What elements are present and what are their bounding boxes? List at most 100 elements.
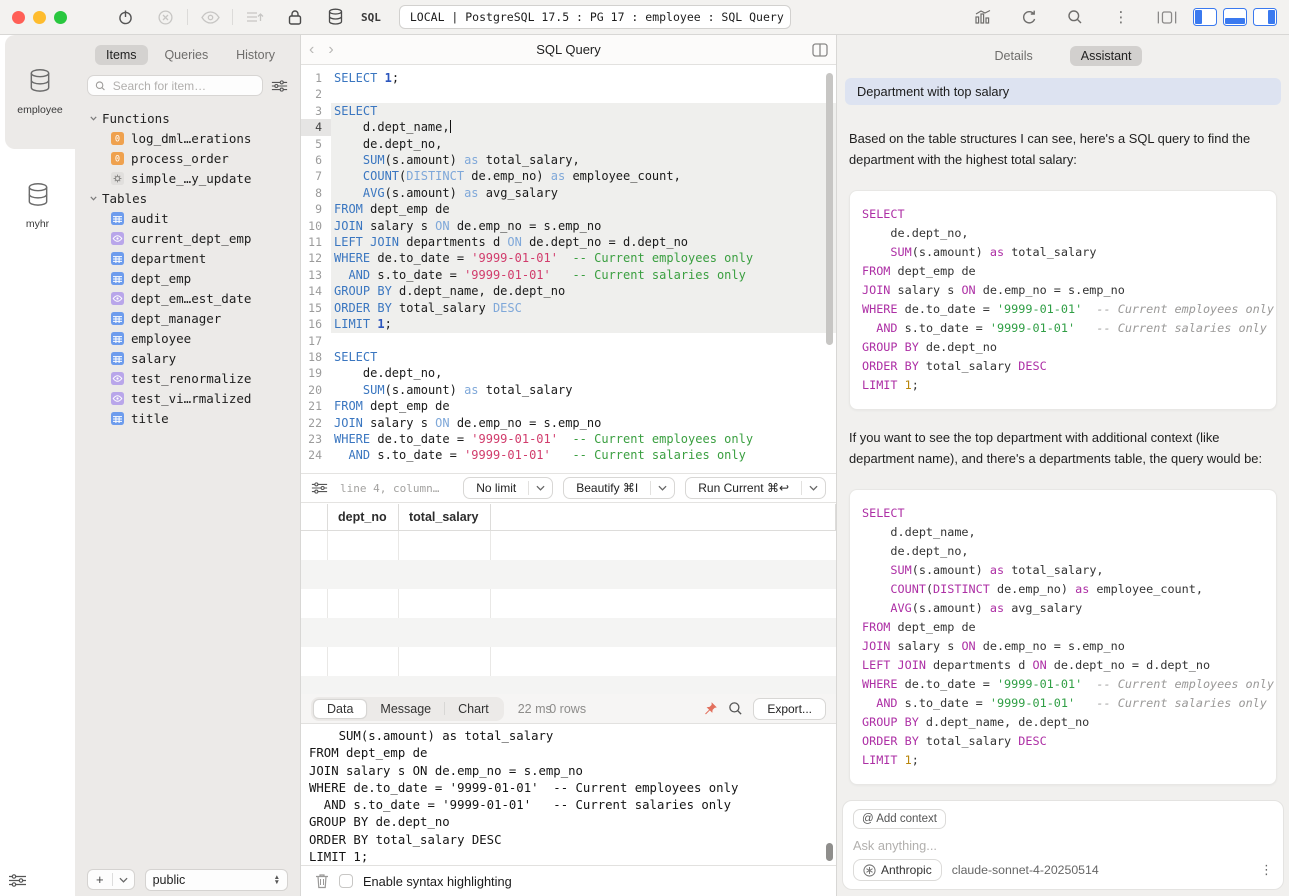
editor-line-3[interactable]: 3SELECT: [301, 103, 836, 119]
sql-editor[interactable]: 1SELECT 1;23SELECT4 d.dept_name,5 de.dep…: [301, 66, 836, 507]
log-list-icon[interactable]: [245, 7, 265, 27]
connection-employee[interactable]: employee: [5, 35, 75, 149]
grid-row[interactable]: [301, 647, 836, 676]
add-item-button-group[interactable]: +: [87, 869, 135, 890]
provider-select[interactable]: Anthropic: [853, 859, 942, 881]
grid-row[interactable]: [301, 560, 836, 589]
sidebar-item-audit[interactable]: audit: [89, 208, 296, 228]
editor-line-19[interactable]: 19 de.dept_no,: [301, 365, 836, 381]
results-grid[interactable]: dept_nototal_salary: [301, 504, 836, 694]
editor-line-16[interactable]: 16LIMIT 1;: [301, 316, 836, 332]
sidebar-item-salary[interactable]: salary: [89, 348, 296, 368]
connection-myhr[interactable]: myhr: [0, 149, 75, 263]
power-icon[interactable]: [115, 7, 135, 27]
trash-icon[interactable]: [315, 873, 329, 889]
column-header-dept_no[interactable]: dept_no: [328, 504, 399, 530]
run-current-dropdown[interactable]: Run Current ⌘↩: [685, 477, 826, 499]
editor-line-8[interactable]: 8 AVG(s.amount) as avg_salary: [301, 185, 836, 201]
sidebar-item-dept_emp[interactable]: dept_emp: [89, 268, 296, 288]
editor-line-1[interactable]: 1SELECT 1;: [301, 70, 836, 86]
editor-line-5[interactable]: 5 de.dept_no,: [301, 136, 836, 152]
tab-message[interactable]: Message: [367, 700, 444, 718]
split-editor-icon[interactable]: [768, 43, 828, 57]
editor-line-11[interactable]: 11LEFT JOIN departments d ON de.dept_no …: [301, 234, 836, 250]
toggle-bottom-panel-button[interactable]: [1223, 8, 1247, 26]
sidebar-item-employee[interactable]: employee: [89, 328, 296, 348]
grid-row[interactable]: [301, 676, 836, 694]
editor-line-15[interactable]: 15ORDER BY total_salary DESC: [301, 300, 836, 316]
layout-center-icon[interactable]: [1157, 7, 1177, 27]
limit-dropdown[interactable]: No limit: [463, 477, 553, 499]
add-button[interactable]: +: [88, 872, 112, 887]
editor-line-20[interactable]: 20 SUM(s.amount) as total_salary: [301, 382, 836, 398]
sidebar-item-title[interactable]: title: [89, 408, 296, 428]
editor-line-10[interactable]: 10JOIN salary s ON de.emp_no = s.emp_no: [301, 218, 836, 234]
pin-icon[interactable]: [702, 701, 718, 717]
assistant-more-icon[interactable]: ⋮: [1260, 862, 1273, 878]
tab-data[interactable]: Data: [313, 699, 367, 719]
search-results-icon[interactable]: [728, 701, 743, 716]
editor-line-4[interactable]: 4 d.dept_name,: [301, 119, 836, 135]
sidebar-item-log_dmlerations[interactable]: 0log_dml…erations: [89, 128, 296, 148]
editor-line-18[interactable]: 18SELECT: [301, 349, 836, 365]
tab-queries[interactable]: Queries: [153, 45, 219, 65]
lock-icon[interactable]: [285, 7, 305, 27]
sidebar-item-dept_emest_date[interactable]: dept_em…est_date: [89, 288, 296, 308]
database-icon[interactable]: [325, 7, 345, 27]
editor-line-9[interactable]: 9FROM dept_emp de: [301, 201, 836, 217]
tab-chart[interactable]: Chart: [445, 700, 502, 718]
tab-details[interactable]: Details: [984, 46, 1044, 66]
editor-line-14[interactable]: 14GROUP BY d.dept_name, de.dept_no: [301, 283, 836, 299]
editor-settings-icon[interactable]: [311, 481, 328, 495]
toggle-left-panel-button[interactable]: [1193, 8, 1217, 26]
sidebar-item-department[interactable]: department: [89, 248, 296, 268]
add-context-button[interactable]: @ Add context: [853, 809, 946, 829]
conversation-title[interactable]: Department with top salary: [845, 78, 1281, 105]
connection-title[interactable]: LOCAL | PostgreSQL 17.5 : PG 17 : employ…: [399, 5, 791, 29]
editor-line-12[interactable]: 12WHERE de.to_date = '9999-01-01' -- Cur…: [301, 250, 836, 266]
tree-section-tables[interactable]: Tables: [89, 188, 296, 208]
tab-items[interactable]: Items: [95, 45, 148, 65]
column-header-total_salary[interactable]: total_salary: [399, 504, 491, 530]
editor-line-6[interactable]: 6 SUM(s.amount) as total_salary,: [301, 152, 836, 168]
sidebar-item-current_dept_emp[interactable]: current_dept_emp: [89, 228, 296, 248]
editor-line-21[interactable]: 21FROM dept_emp de: [301, 398, 836, 414]
editor-line-22[interactable]: 22JOIN salary s ON de.emp_no = s.emp_no: [301, 415, 836, 431]
editor-line-17[interactable]: 17: [301, 333, 836, 349]
editor-line-2[interactable]: 2: [301, 86, 836, 102]
close-window-button[interactable]: [12, 11, 25, 24]
editor-tab-title[interactable]: SQL Query: [369, 42, 768, 57]
sidebar-item-test_virmalized[interactable]: test_vi…rmalized: [89, 388, 296, 408]
syntax-highlighting-checkbox[interactable]: [339, 874, 353, 888]
editor-scrollbar[interactable]: [826, 73, 833, 345]
grid-row[interactable]: [301, 618, 836, 647]
ask-input[interactable]: Ask anything...: [853, 838, 1273, 853]
editor-line-24[interactable]: 24 AND s.to_date = '9999-01-01' -- Curre…: [301, 447, 836, 463]
toggle-right-panel-button[interactable]: [1253, 8, 1277, 26]
search-icon[interactable]: [1065, 7, 1085, 27]
chart-icon[interactable]: [973, 7, 993, 27]
sidebar-filter-icon[interactable]: [271, 79, 288, 93]
add-menu-chevron-icon[interactable]: [113, 877, 134, 883]
grid-row[interactable]: [301, 589, 836, 618]
more-menu-icon[interactable]: ⋮: [1111, 7, 1131, 27]
preview-eye-icon[interactable]: [200, 7, 220, 27]
tree-section-functions[interactable]: Functions: [89, 108, 296, 128]
back-icon[interactable]: ‹: [309, 41, 314, 59]
search-input[interactable]: [111, 78, 255, 94]
schema-select[interactable]: public ▲▼: [145, 869, 288, 891]
zoom-window-button[interactable]: [54, 11, 67, 24]
minimize-window-button[interactable]: [33, 11, 46, 24]
sidebar-item-dept_manager[interactable]: dept_manager: [89, 308, 296, 328]
cancel-icon[interactable]: [155, 7, 175, 27]
item-search-field[interactable]: [87, 75, 263, 96]
sidebar-item-process_order[interactable]: 0process_order: [89, 148, 296, 168]
grid-row[interactable]: [301, 531, 836, 560]
refresh-icon[interactable]: [1019, 7, 1039, 27]
rail-filter-icon[interactable]: [8, 873, 27, 888]
message-scrollbar[interactable]: [826, 843, 833, 861]
editor-line-23[interactable]: 23WHERE de.to_date = '9999-01-01' -- Cur…: [301, 431, 836, 447]
editor-line-7[interactable]: 7 COUNT(DISTINCT de.emp_no) as employee_…: [301, 168, 836, 184]
forward-icon[interactable]: ›: [328, 41, 333, 59]
editor-line-13[interactable]: 13 AND s.to_date = '9999-01-01' -- Curre…: [301, 267, 836, 283]
